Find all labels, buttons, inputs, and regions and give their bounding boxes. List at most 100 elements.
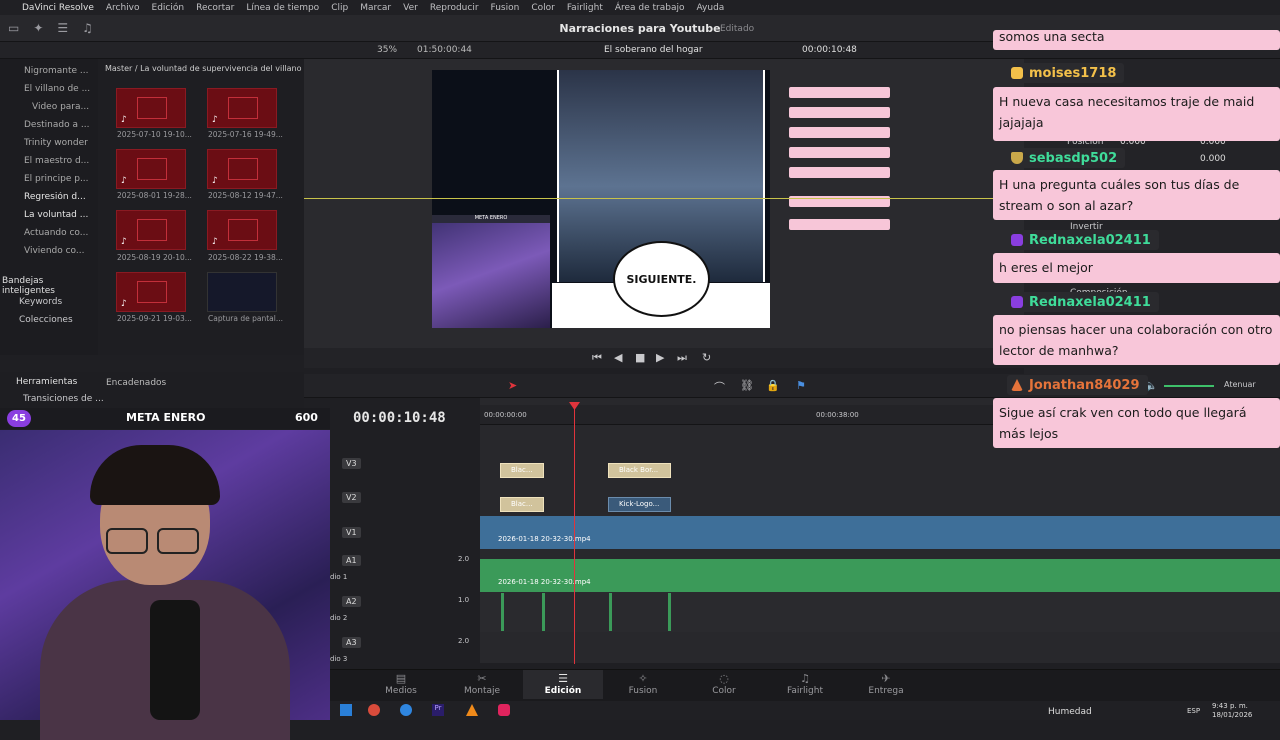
keywords-item[interactable]: Keywords [19,297,62,307]
clip-thumbnail[interactable]: ♪ [207,88,277,128]
track-v2-label[interactable]: V2 [342,492,361,503]
bin-item[interactable]: Destinado a ... [24,120,94,130]
bin-item[interactable]: El maestro d... [24,156,94,166]
sound-library-icon[interactable]: ♫ [82,21,93,35]
skip-start-button[interactable]: ⏮ [592,351,602,365]
page-color[interactable]: Color [689,686,759,696]
track-a1-label[interactable]: A1 [342,555,361,566]
flag-icon[interactable]: ⚑ [796,379,806,392]
browser-icon[interactable] [368,704,380,716]
audio-blip[interactable] [501,593,504,631]
bin-item[interactable]: El principe p... [24,174,94,184]
stop-button[interactable]: ■ [635,351,645,364]
menu-color[interactable]: Color [525,3,561,13]
page-montaje[interactable]: Montaje [447,686,517,696]
clock-time[interactable]: 9:43 p. m. [1212,702,1248,710]
selection-tool-icon[interactable]: ➤ [508,379,517,392]
track-v3-label[interactable]: V3 [342,458,361,469]
clip-thumbnail[interactable]: ♪ [116,88,186,128]
clip-v2-black[interactable]: Blac... [500,497,544,512]
menu-ayuda[interactable]: Ayuda [691,3,731,13]
menu-edicion[interactable]: Edición [146,3,191,13]
timeline-name[interactable]: El soberano del hogar [604,45,703,55]
page-fusion[interactable]: Fusion [608,686,678,696]
edge-icon[interactable] [400,704,412,716]
guide-line [304,198,1024,199]
bin-item[interactable]: Regresión d... [24,192,94,202]
page-edicion[interactable]: Edición [528,686,598,696]
chained-label[interactable]: Encadenados [106,378,166,388]
bin-item[interactable]: El villano de ... [24,84,94,94]
audio-blip[interactable] [609,593,612,631]
page-entrega[interactable]: Entrega [851,686,921,696]
track-a2-label[interactable]: A2 [342,596,361,607]
collections-item[interactable]: Colecciones [19,315,73,325]
track-a3-name: dio 3 [330,655,348,663]
clip-v3-black[interactable]: Blac... [500,463,544,478]
track-a3-label[interactable]: A3 [342,637,361,648]
volume-slider[interactable] [1164,385,1214,387]
app-icon[interactable] [340,704,352,716]
menu-clip[interactable]: Clip [325,3,354,13]
menu-fusion[interactable]: Fusion [485,3,526,13]
play-button[interactable]: ▶ [656,351,664,364]
bin-item[interactable]: Video para... [32,102,102,112]
play-reverse-button[interactable]: ◀ [614,351,622,364]
clip-thumbnail[interactable]: ♪ [116,149,186,189]
bin-item-active[interactable]: La voluntad ... [24,210,94,220]
position-y2-value[interactable]: 0.000 [1200,154,1226,164]
language-indicator[interactable]: ESP [1187,707,1200,715]
smart-bins-label[interactable]: Bandejas inteligentes [2,276,98,296]
clip-v1-video[interactable]: 2026-01-18 20-32-30.mp4 [480,516,1280,549]
menu-ver[interactable]: Ver [397,3,424,13]
clock-date[interactable]: 18/01/2026 [1212,711,1252,719]
track-a2-area[interactable] [480,592,1280,632]
bin-item[interactable]: Actuando co... [24,228,94,238]
clip-v3-black-border[interactable]: Black Bor... [608,463,671,478]
zoom-level[interactable]: 35% [377,45,397,55]
loop-button[interactable]: ↻ [702,351,711,364]
page-fairlight[interactable]: Fairlight [770,686,840,696]
snapping-icon[interactable]: ⌒ [714,379,725,395]
menu-marcar[interactable]: Marcar [354,3,397,13]
premiere-icon[interactable]: Pr [432,704,444,716]
menu-fairlight[interactable]: Fairlight [561,3,609,13]
bin-item[interactable]: Trinity wonder [24,138,94,148]
vlc-icon[interactable] [466,704,478,716]
edit-index-icon[interactable]: ☰ [57,21,68,35]
clip-thumbnail[interactable]: ♪ [207,210,277,250]
link-icon[interactable]: ⛓ [740,379,754,392]
audio-blip[interactable] [542,593,545,631]
screenshot-thumbnail[interactable] [207,272,277,312]
track-v1-label[interactable]: V1 [342,527,361,538]
clip-thumbnail[interactable]: ♪ [116,272,186,312]
clip-v2-kick-logo[interactable]: Kick-Logo... [608,497,671,512]
menu-recortar[interactable]: Recortar [190,3,240,13]
attenuate-button[interactable]: Atenuar [1224,380,1256,389]
bin-item[interactable]: Nigromante ... [24,66,94,76]
playhead[interactable] [574,404,575,664]
menu-area-trabajo[interactable]: Área de trabajo [609,3,691,13]
chat-message: no piensas hacer una colaboración con ot… [993,315,1280,365]
lock-icon[interactable]: 🔒 [766,379,780,392]
clip-a1-audio[interactable]: 2026-01-18 20-32-30.mp4 [480,559,1280,592]
menu-archivo[interactable]: Archivo [100,3,146,13]
skip-end-button[interactable]: ⏭ [677,351,687,365]
audio-blip[interactable] [668,593,671,631]
clip-thumbnail[interactable]: ♪ [116,210,186,250]
clip-thumbnail[interactable]: ♪ [207,149,277,189]
page-medios[interactable]: Medios [366,686,436,696]
clip-name: 2025-07-16 19-49... [208,130,283,139]
tiktok-icon[interactable] [498,704,510,716]
effects-icon[interactable]: ✦ [33,21,43,35]
media-pool-icon[interactable]: ▭ [8,21,19,35]
tools-label[interactable]: Herramientas [16,377,77,387]
bin-item[interactable]: Viviendo co... [24,246,94,256]
menu-linea-tiempo[interactable]: Línea de tiempo [240,3,325,13]
audio-note-icon: ♪ [212,237,218,247]
transitions-label[interactable]: Transiciones de ... [23,394,104,404]
weather-label[interactable]: Humedad [1048,707,1092,717]
sub-badge-icon [1011,296,1023,308]
menu-reproducir[interactable]: Reproducir [424,3,485,13]
app-name[interactable]: DaVinci Resolve [0,3,100,13]
